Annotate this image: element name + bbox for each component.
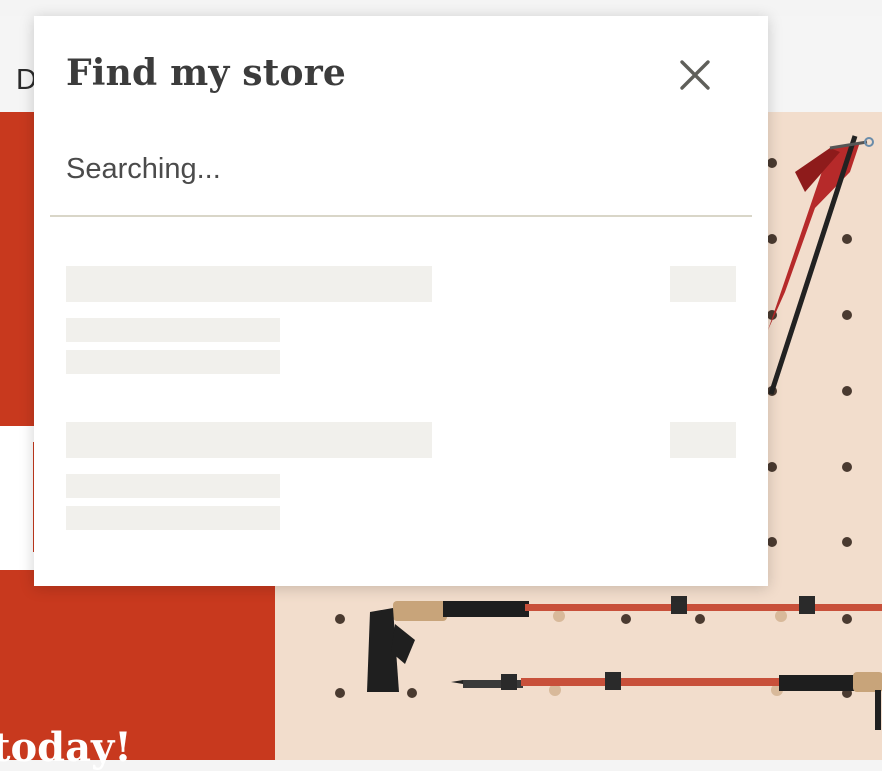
skeleton-store-distance	[670, 266, 736, 302]
store-result-skeleton	[66, 266, 736, 374]
modal-title: Find my store	[66, 52, 347, 94]
skeleton-store-name	[66, 422, 432, 458]
skeleton-address-line	[66, 318, 280, 342]
store-result-skeleton	[66, 422, 736, 530]
browser-top-strip	[0, 0, 882, 14]
skeleton-address-line	[66, 474, 280, 498]
hero-headline: today!	[0, 724, 132, 771]
skeleton-store-distance	[670, 422, 736, 458]
search-status-text: Searching...	[66, 153, 221, 185]
search-divider	[50, 215, 752, 217]
skeleton-hours-line	[66, 506, 280, 530]
close-button[interactable]	[674, 54, 716, 96]
find-store-modal: Find my store Searching...	[34, 16, 768, 586]
skeleton-store-name	[66, 266, 432, 302]
close-icon	[680, 60, 710, 90]
skeleton-hours-line	[66, 350, 280, 374]
